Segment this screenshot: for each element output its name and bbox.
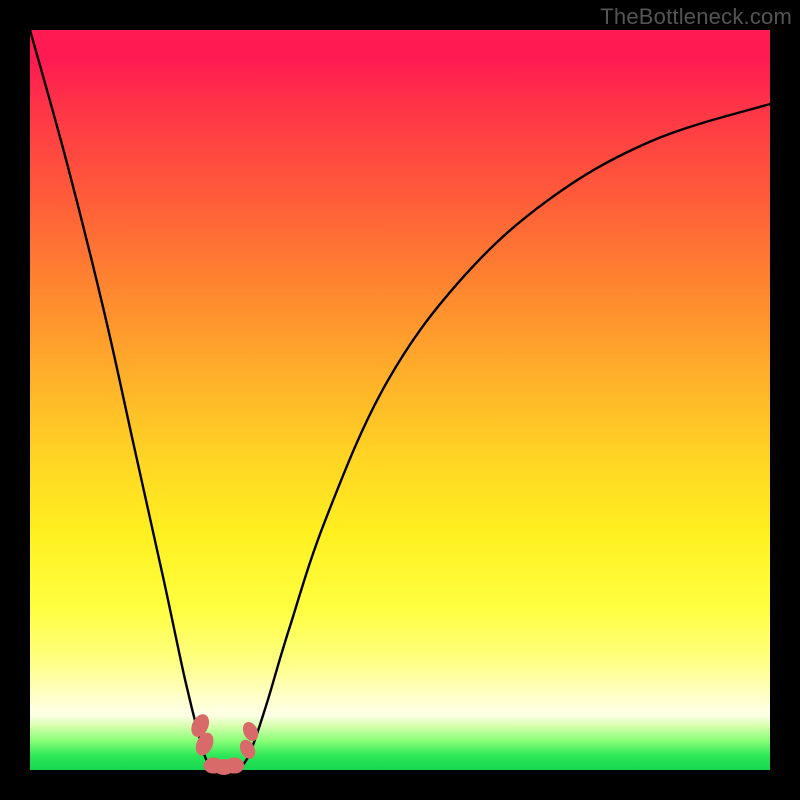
bottleneck-curve	[30, 30, 770, 771]
plot-area	[30, 30, 770, 770]
watermark-text: TheBottleneck.com	[600, 4, 792, 30]
curve-markers	[188, 711, 261, 775]
curve-marker	[224, 758, 244, 774]
chart-svg	[30, 30, 770, 770]
outer-frame: TheBottleneck.com	[0, 0, 800, 800]
